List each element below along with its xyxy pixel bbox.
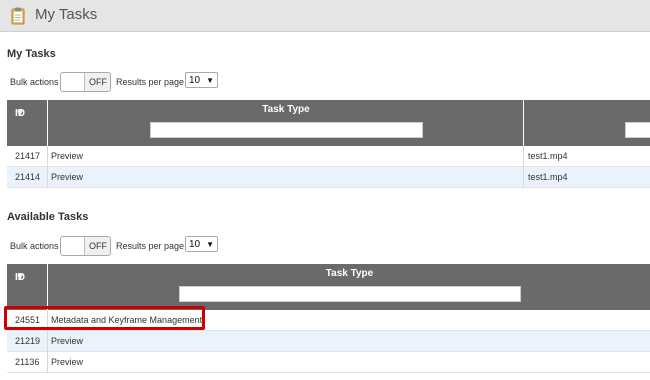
bulk-actions-toggle[interactable]: OFF	[60, 236, 111, 256]
bulk-actions-label: Bulk actions	[10, 241, 59, 251]
task-id: 21417	[15, 151, 41, 161]
task-type: Preview	[51, 151, 84, 161]
table-header: ▼ ID Task Type	[7, 264, 650, 310]
page-title: My Tasks	[35, 6, 98, 23]
task-id: 21414	[15, 172, 41, 182]
file-filter-input[interactable]	[625, 122, 650, 138]
results-per-page-select[interactable]: 10 ▼	[185, 72, 218, 88]
task-type-column-label: Task Type	[325, 268, 374, 279]
task-type: Preview	[51, 172, 84, 182]
results-per-page-value: 10	[189, 239, 201, 250]
results-per-page-label: Results per page	[116, 241, 185, 251]
table-header: ▼ ID Task Type	[7, 100, 650, 146]
bulk-actions-label: Bulk actions	[10, 77, 59, 87]
task-type-column-header[interactable]: Task Type	[49, 264, 650, 310]
file-column-header[interactable]	[523, 100, 650, 146]
bulk-actions-toggle[interactable]: OFF	[60, 72, 111, 92]
chevron-down-icon: ▼	[206, 76, 214, 85]
clipboard-icon	[11, 7, 25, 25]
task-type: Preview	[51, 336, 84, 346]
id-column-header[interactable]: ▼ ID	[7, 100, 48, 146]
task-type-filter-input[interactable]	[150, 122, 423, 138]
highlight-box	[4, 306, 205, 330]
page-header: My Tasks	[0, 0, 650, 32]
id-column-label: ID	[15, 272, 25, 283]
table-row[interactable]: 21219 Preview	[7, 331, 650, 352]
task-id: 21219	[15, 336, 41, 346]
id-column-label: ID	[15, 108, 25, 119]
task-type: Preview	[51, 357, 84, 367]
toggle-state-label: OFF	[89, 77, 107, 87]
task-type-column-header[interactable]: Task Type	[49, 100, 523, 146]
task-id: 21136	[15, 357, 40, 367]
task-file: test1.mp4	[528, 151, 568, 161]
available-tasks-section-title: Available Tasks	[7, 211, 89, 223]
chevron-down-icon: ▼	[206, 240, 214, 249]
task-file: test1.mp4	[528, 172, 568, 182]
results-per-page-label: Results per page	[116, 77, 185, 87]
task-type-filter-input[interactable]	[179, 286, 521, 302]
id-column-header[interactable]: ▼ ID	[7, 264, 48, 310]
results-per-page-value: 10	[189, 75, 201, 86]
results-per-page-select[interactable]: 10 ▼	[185, 236, 218, 252]
table-row[interactable]: 21136 Preview	[7, 352, 650, 373]
toggle-knob	[61, 237, 85, 255]
task-type-column-label: Task Type	[262, 104, 310, 115]
my-tasks-table: ▼ ID Task Type 21417 Preview test1.mp4 2…	[7, 100, 650, 188]
table-row[interactable]: 21417 Preview test1.mp4	[7, 146, 650, 167]
toggle-state-label: OFF	[89, 241, 107, 251]
table-row[interactable]: 21414 Preview test1.mp4	[7, 167, 650, 188]
my-tasks-section-title: My Tasks	[7, 48, 56, 60]
toggle-knob	[61, 73, 85, 91]
